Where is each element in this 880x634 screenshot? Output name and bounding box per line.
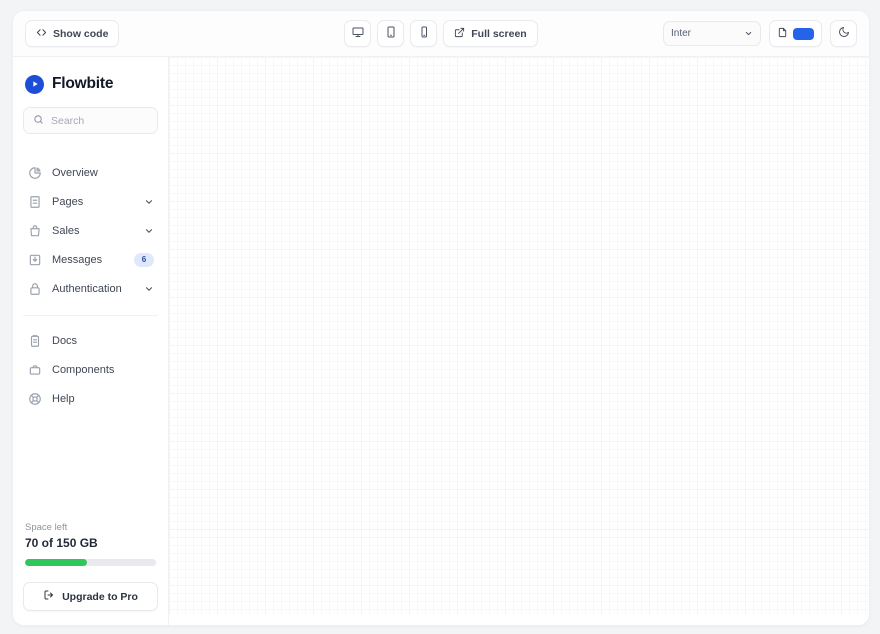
chevron-down-icon[interactable]	[144, 197, 154, 207]
color-swatch[interactable]	[793, 27, 814, 40]
storage-progress-bar	[25, 559, 156, 566]
sidebar-divider	[23, 315, 158, 316]
storage-progress-fill	[25, 559, 87, 566]
logout-arrow-icon	[43, 589, 55, 604]
theme-color-picker[interactable]	[769, 20, 822, 47]
sidebar-item-authentication[interactable]: Authentication	[23, 274, 158, 303]
chart-pie-icon	[27, 165, 42, 180]
sidebar-item-label: Messages	[52, 253, 103, 266]
frame-body: Flowbite Search Overview Pages Sales Mes…	[13, 57, 869, 625]
status-badge: 6	[134, 252, 154, 267]
storage-value: 70 of 150 GB	[25, 536, 98, 550]
toolbar-right-group: Inter	[663, 11, 857, 56]
mobile-icon	[418, 25, 430, 43]
sidebar-item-label: Docs	[52, 334, 78, 347]
tablet-viewport-button[interactable]	[377, 20, 405, 47]
desktop-icon	[352, 25, 364, 43]
storage-title: Space left	[25, 522, 68, 533]
sidebar-item-docs[interactable]: Docs	[23, 326, 158, 355]
sidebar-item-components[interactable]: Components	[23, 355, 158, 384]
sidebar-item-label: Authentication	[52, 282, 122, 295]
search-icon	[33, 112, 44, 130]
shopping-bag-icon	[27, 223, 42, 238]
top-toolbar: Show code Full screen Inter	[13, 11, 869, 57]
inbox-download-icon	[27, 252, 42, 267]
sidebar-item-label: Help	[52, 392, 75, 405]
font-family-value: Inter	[671, 28, 692, 39]
sidebar-item-label: Components	[52, 363, 115, 376]
storage-widget: Space left 70 of 150 GB	[23, 522, 158, 566]
sidebar-secondary-nav: Docs Components Help	[23, 326, 158, 413]
sidebar-item-label: Sales	[52, 224, 80, 237]
brand[interactable]: Flowbite	[23, 63, 158, 105]
lock-icon	[27, 281, 42, 296]
preview-window: Show code Full screen Inter Flowbite Sea…	[12, 10, 870, 626]
moon-icon	[838, 25, 850, 43]
brand-name: Flowbite	[52, 75, 114, 92]
sidebar-item-label: Overview	[52, 166, 98, 179]
lifebuoy-icon	[27, 391, 42, 406]
sidebar-item-pages[interactable]: Pages	[23, 187, 158, 216]
full-screen-button[interactable]: Full screen	[443, 20, 538, 47]
clipboard-icon	[27, 333, 42, 348]
briefcase-icon	[27, 362, 42, 377]
sidebar-item-sales[interactable]: Sales	[23, 216, 158, 245]
font-family-select[interactable]: Inter	[663, 21, 761, 46]
tablet-icon	[385, 25, 397, 43]
upgrade-to-pro-button[interactable]: Upgrade to Pro	[23, 582, 158, 611]
full-screen-label: Full screen	[471, 27, 527, 40]
sidebar-item-label: Pages	[52, 195, 84, 208]
external-link-icon	[454, 27, 465, 41]
sidebar: Flowbite Search Overview Pages Sales Mes…	[13, 57, 169, 625]
sidebar-item-overview[interactable]: Overview	[23, 158, 158, 187]
document-icon	[27, 194, 42, 209]
sidebar-item-messages[interactable]: Messages 6	[23, 245, 158, 274]
canvas-inner-edge	[169, 529, 869, 530]
sidebar-item-help[interactable]: Help	[23, 384, 158, 413]
mobile-viewport-button[interactable]	[410, 20, 438, 47]
search-placeholder: Search	[51, 114, 85, 127]
desktop-viewport-button[interactable]	[344, 20, 372, 47]
canvas-footer	[169, 615, 869, 625]
chevron-down-icon[interactable]	[144, 284, 154, 294]
search-input[interactable]: Search	[23, 107, 158, 134]
chevron-down-icon[interactable]	[144, 226, 154, 236]
chevron-down-icon	[744, 29, 753, 38]
sidebar-primary-nav: Overview Pages Sales Messages 6 Authenti…	[23, 158, 158, 303]
upgrade-label: Upgrade to Pro	[62, 590, 138, 603]
palette-page-icon	[777, 25, 788, 43]
component-preview-canvas[interactable]	[169, 57, 869, 625]
dark-mode-toggle[interactable]	[830, 20, 857, 47]
flowbite-play-logo	[25, 74, 44, 94]
